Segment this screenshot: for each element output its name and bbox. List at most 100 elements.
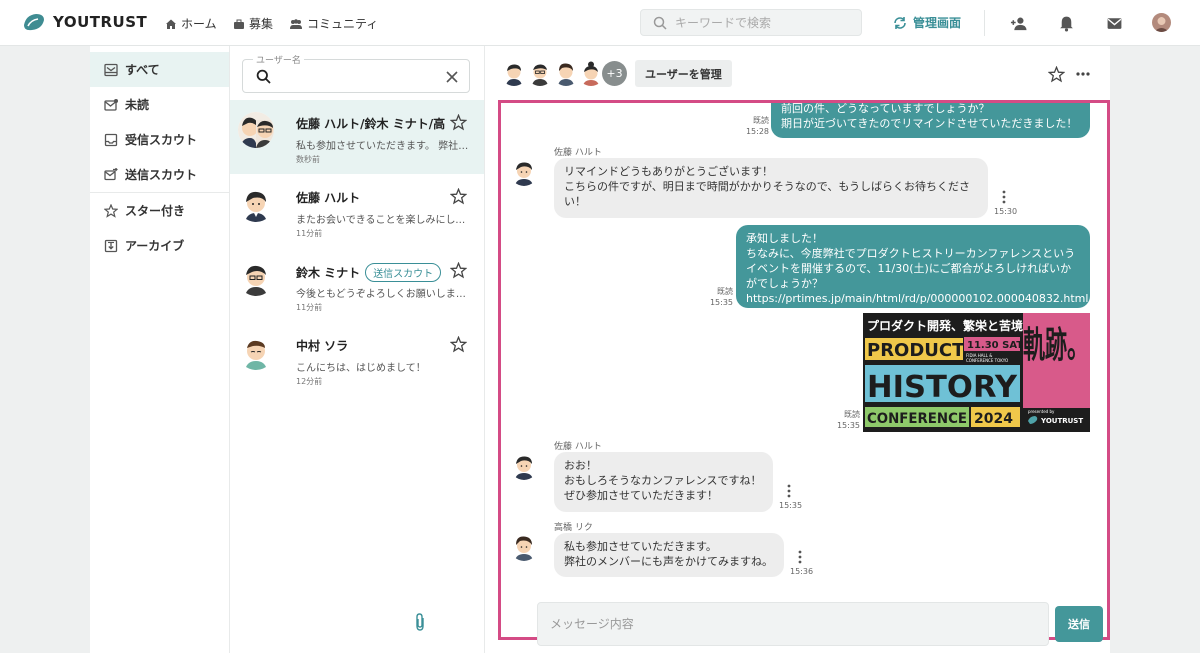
unread-mail-icon (104, 98, 118, 111)
message-sender: 高橋 リク (554, 523, 593, 533)
more-horizontal-icon[interactable] (1075, 69, 1091, 79)
banner-venue-2: CONFERENCE TOKYO (966, 358, 1008, 363)
keyword-search[interactable] (640, 9, 862, 36)
keyword-search-input[interactable] (675, 15, 855, 30)
sidebar-item-all[interactable]: すべて (90, 52, 229, 87)
admin-link[interactable]: 管理画面 (893, 14, 961, 31)
avatar (238, 260, 274, 296)
member-avatar[interactable] (501, 60, 527, 86)
avatar (238, 334, 274, 370)
message-options-icon[interactable] (787, 484, 791, 498)
message-bubble-out: 承知しました！ ちなみに、今度弊社でプロダクトヒストリーカンファレンスというイベ… (736, 225, 1090, 308)
archive-icon (104, 239, 118, 252)
scout-badge: 送信スカウト (365, 263, 442, 282)
nav-jobs-label: 募集 (249, 17, 274, 31)
banner-line1: PRODUCT (867, 340, 965, 361)
member-avatar[interactable] (527, 60, 553, 86)
conversation-name: 佐藤 ハルト (296, 189, 360, 206)
member-avatar[interactable] (578, 60, 604, 86)
message-options-icon[interactable] (798, 550, 802, 564)
sidebar-item-sent-scout[interactable]: 送信スカウト (90, 157, 229, 192)
conversation-time: 11分前 (296, 303, 323, 312)
notifications-button[interactable] (1056, 13, 1076, 33)
manage-users-button[interactable]: ユーザーを管理 (635, 60, 732, 87)
user-search-input[interactable] (279, 66, 439, 86)
profile-photo-icon (1152, 13, 1171, 32)
group-avatar (238, 112, 274, 148)
star-icon[interactable] (450, 262, 467, 279)
nav-community[interactable]: コミュニティ (289, 15, 378, 32)
avatar[interactable] (1152, 13, 1171, 32)
message-time: 15:35 (709, 298, 733, 307)
conference-banner-graphic: プロダクト開発、繁栄と苦境の PRODUCT 11.30 SAT FIDIA H… (863, 313, 1090, 432)
header-divider (984, 10, 985, 36)
message-thread[interactable]: 既読 15:28 前回の件、どうなっていますでしょうか？ 期日が近づいてきたので… (498, 100, 1110, 640)
people-icon (290, 18, 302, 29)
message-input[interactable] (537, 602, 1049, 646)
youtrust-logo[interactable]: YOUTRUST (22, 11, 147, 33)
add-user-button[interactable] (1008, 13, 1028, 33)
message-bubble-in: リマインドどうもありがとうございます！ こちらの件ですが、明日まで時間がかかりそ… (554, 158, 988, 218)
conversation-item[interactable]: 佐藤 ハルト/鈴木 ミナト/高... 私も参加させていただきます。 弊社の...… (230, 100, 484, 174)
logo-mark-icon (24, 14, 44, 31)
nav-home[interactable]: ホーム (165, 15, 217, 32)
briefcase-icon (234, 19, 244, 29)
messages-button[interactable] (1104, 13, 1124, 33)
star-icon[interactable] (1048, 66, 1065, 83)
message-bubble-in: おお！ おもしろそうなカンファレンスですね！ ぜひ参加させていただきます！ (554, 452, 773, 512)
conference-banner-image[interactable]: プロダクト開発、繁栄と苦境の PRODUCT 11.30 SAT FIDIA H… (863, 313, 1090, 432)
send-button[interactable]: 送信 (1055, 606, 1103, 642)
conversation-name: 佐藤 ハルト/鈴木 ミナト/高... (296, 115, 446, 132)
conversation-name: 中村 ソラ (296, 337, 348, 354)
sidebar-item-label: 送信スカウト (125, 168, 198, 182)
message-meta: 既読 15:35 (697, 286, 733, 308)
sender-avatar[interactable] (510, 158, 538, 186)
add-user-icon (1010, 17, 1027, 30)
sidebar-item-unread[interactable]: 未読 (90, 87, 229, 122)
conversation-item[interactable]: 佐藤 ハルト またお会いできることを楽しみにして... 11分前 (230, 174, 484, 248)
conversation-name: 鈴木 ミナト 送信スカウト (296, 263, 442, 282)
conversation-preview: こんにちは、はじめまして！ (296, 363, 426, 374)
banner-presented: presented by (1028, 409, 1055, 414)
sidebar-item-archive[interactable]: アーカイブ (90, 228, 229, 263)
message-options-icon[interactable] (1002, 190, 1006, 204)
message-time: 15:30 (994, 207, 1018, 216)
conversation-preview: 私も参加させていただきます。 弊社の... (296, 141, 472, 152)
read-receipt: 既読 (753, 116, 769, 125)
conversation-name-text: 鈴木 ミナト (296, 266, 361, 280)
top-header: YOUTRUST ホーム 募集 コミュニティ 管理画面 (0, 0, 1200, 46)
sidebar-item-starred[interactable]: スター付き (90, 193, 229, 228)
message-sender: 佐藤 ハルト (554, 442, 602, 452)
message-bubble-out: 前回の件、どうなっていますでしょうか？ 期日が近づいてきたのでリマインドさせてい… (771, 103, 1090, 138)
conversation-time: 12分前 (296, 377, 323, 386)
sidebar-item-label: アーカイブ (125, 239, 185, 253)
attach-icon[interactable] (410, 612, 430, 632)
chat-header: +3 ユーザーを管理 (485, 46, 1110, 101)
conversation-item[interactable]: 中村 ソラ こんにちは、はじめまして！ 12分前 (230, 322, 484, 396)
member-avatar[interactable] (553, 60, 579, 86)
conversation-list: ユーザー名 佐藤 ハルト/鈴木 ミナト/高... 私も参加させていただきます。 … (230, 46, 485, 653)
conversation-time: 数秒前 (296, 155, 320, 164)
user-search-label: ユーザー名 (253, 53, 304, 66)
conversation-name-text: 佐藤 ハルト/鈴木 ミナト/高... (296, 117, 446, 131)
sender-avatar[interactable] (510, 533, 538, 561)
sidebar-item-received-scout[interactable]: 受信スカウト (90, 122, 229, 157)
conversation-time: 11分前 (296, 229, 323, 238)
nav-jobs[interactable]: 募集 (233, 15, 273, 32)
group-avatar-icon (238, 112, 274, 148)
star-icon[interactable] (450, 336, 467, 353)
user-avatar-icon (553, 60, 579, 86)
star-icon[interactable] (450, 188, 467, 205)
user-search[interactable]: ユーザー名 (242, 53, 470, 93)
conversation-preview: またお会いできることを楽しみにして... (296, 215, 472, 226)
admin-link-label: 管理画面 (913, 16, 962, 30)
sidebar-item-label: スター付き (125, 204, 186, 218)
conversation-item[interactable]: 鈴木 ミナト 送信スカウト 今後ともどうぞよろしくお願いします！ 11分前 (230, 248, 484, 322)
star-icon[interactable] (450, 114, 467, 131)
clear-icon[interactable] (445, 70, 459, 84)
sidebar-item-label: 未読 (125, 98, 150, 112)
read-receipt: 既読 (844, 410, 860, 419)
banner-line2: HISTORY (867, 370, 1018, 405)
sender-avatar[interactable] (510, 452, 538, 480)
more-members-count[interactable]: +3 (602, 61, 627, 86)
